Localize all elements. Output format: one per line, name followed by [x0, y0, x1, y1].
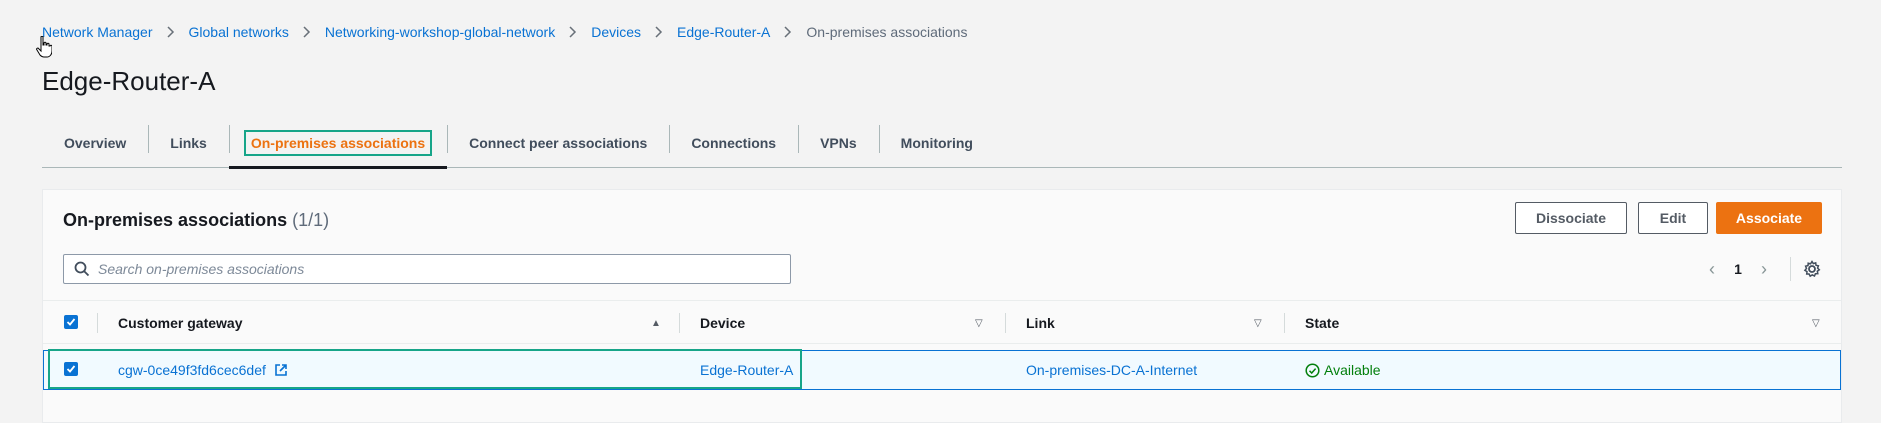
pagination: ‹ 1 ›	[1698, 254, 1821, 284]
sort-icon[interactable]: ▽	[1254, 318, 1262, 329]
breadcrumb: Network Manager Global networks Networki…	[42, 24, 967, 40]
search-input[interactable]	[98, 261, 738, 277]
device-link[interactable]: Edge-Router-A	[700, 351, 793, 389]
tab-label: On-premises associations	[243, 129, 433, 156]
column-header-link[interactable]: Link	[1026, 301, 1055, 345]
breadcrumb-global-networks[interactable]: Global networks	[189, 24, 289, 40]
tab-label: Monitoring	[900, 134, 973, 151]
check-icon	[66, 318, 76, 326]
dissociate-button[interactable]: Dissociate	[1515, 202, 1627, 234]
external-link-icon[interactable]	[274, 363, 288, 377]
status-text: Available	[1324, 362, 1381, 378]
breadcrumb-global-network-name[interactable]: Networking-workshop-global-network	[325, 24, 555, 40]
page-number[interactable]: 1	[1726, 261, 1750, 277]
breadcrumb-current: On-premises associations	[806, 24, 968, 40]
breadcrumb-device[interactable]: Edge-Router-A	[677, 24, 770, 40]
column-header-customer-gateway[interactable]: Customer gateway	[118, 301, 242, 345]
tab-label: Connect peer associations	[469, 134, 648, 151]
search-icon	[74, 261, 90, 277]
gear-icon[interactable]	[1803, 260, 1821, 278]
sort-icon[interactable]: ▽	[975, 318, 983, 329]
panel-title-text: On-premises associations	[63, 210, 288, 230]
tab-bar: Overview Links On-premises associations …	[42, 118, 1842, 169]
breadcrumb-devices[interactable]: Devices	[591, 24, 641, 40]
table-header: Customer gateway ▲ Device ▽ Link ▽ State…	[43, 300, 1841, 344]
chevron-right-icon[interactable]: ›	[1750, 259, 1778, 280]
column-header-state[interactable]: State	[1305, 301, 1339, 345]
check-icon	[66, 365, 76, 373]
table-row[interactable]: cgw-0ce49f3fd6cec6def Edge-Router-A On-p…	[43, 349, 1841, 390]
associations-panel: On-premises associations (1/1) Dissociat…	[42, 189, 1842, 423]
tab-label: Connections	[691, 134, 777, 151]
status-badge: Available	[1305, 351, 1381, 389]
tab-label: VPNs	[820, 134, 857, 151]
column-divider	[97, 313, 98, 333]
edit-button[interactable]: Edit	[1638, 202, 1708, 234]
chevron-left-icon[interactable]: ‹	[1698, 259, 1726, 280]
chevron-right-icon	[770, 26, 806, 38]
tab-on-premises-associations[interactable]: On-premises associations	[228, 118, 448, 169]
panel-count: (1/1)	[292, 210, 330, 230]
search-field[interactable]	[63, 254, 791, 284]
chevron-right-icon	[555, 26, 591, 38]
tab-connections[interactable]: Connections	[669, 118, 798, 167]
pager-divider	[1790, 257, 1791, 281]
tab-links[interactable]: Links	[148, 118, 229, 167]
customer-gateway-link[interactable]: cgw-0ce49f3fd6cec6def	[118, 351, 288, 389]
chevron-right-icon	[289, 26, 325, 38]
tab-vpns[interactable]: VPNs	[798, 118, 879, 167]
sort-ascending-icon[interactable]: ▲	[651, 318, 661, 329]
column-header-device[interactable]: Device	[700, 301, 745, 345]
hand-cursor-icon	[36, 36, 52, 58]
tab-connect-peer-associations[interactable]: Connect peer associations	[447, 118, 669, 167]
column-divider	[1284, 313, 1285, 333]
chevron-right-icon	[641, 26, 677, 38]
chevron-right-icon	[153, 26, 189, 38]
tab-monitoring[interactable]: Monitoring	[878, 118, 995, 167]
tab-label: Overview	[64, 134, 127, 151]
panel-title: On-premises associations (1/1)	[63, 210, 329, 231]
sort-icon[interactable]: ▽	[1812, 318, 1820, 329]
column-divider	[1005, 313, 1006, 333]
breadcrumb-network-manager[interactable]: Network Manager	[42, 24, 153, 40]
link-name[interactable]: On-premises-DC-A-Internet	[1026, 351, 1197, 389]
page-title: Edge-Router-A	[42, 66, 216, 96]
check-circle-icon	[1305, 362, 1320, 378]
select-all-checkbox[interactable]	[64, 315, 78, 329]
associate-button[interactable]: Associate	[1716, 202, 1822, 234]
tab-overview[interactable]: Overview	[42, 118, 148, 167]
row-checkbox[interactable]	[64, 362, 78, 376]
customer-gateway-id: cgw-0ce49f3fd6cec6def	[118, 362, 266, 378]
tab-label: Links	[170, 134, 207, 151]
column-divider	[679, 313, 680, 333]
